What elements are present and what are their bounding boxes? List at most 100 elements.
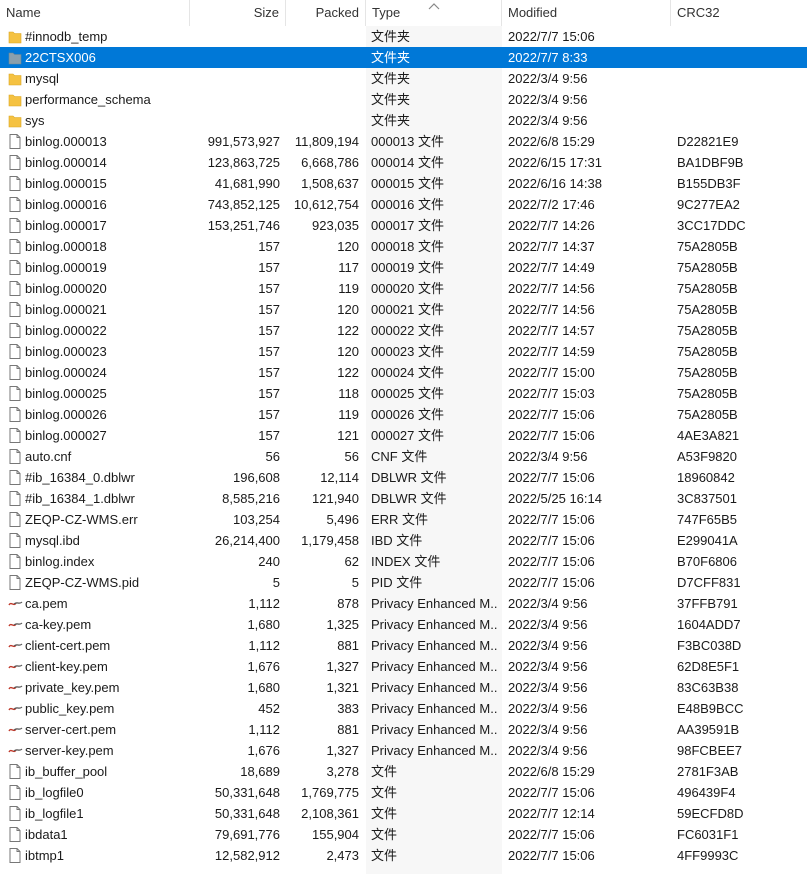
file-row[interactable]: server-cert.pem 1,112 881 Privacy Enhanced … xyxy=(0,719,807,740)
file-row[interactable]: binlog.index 240 62 INDEX 文件 2022/7/7 15:06 B… xyxy=(0,551,807,572)
file-row[interactable]: public_key.pem 452 383 Privacy Enhanced M..… xyxy=(0,698,807,719)
file-name: #ib_16384_1.dblwr xyxy=(25,491,135,506)
file-size: 5 xyxy=(272,575,280,590)
file-row[interactable]: binlog.000015 41,681,990 1,508,637 000015 文… xyxy=(0,173,807,194)
file-packed-size: 2,108,361 xyxy=(301,806,359,821)
file-type: 文件夹 xyxy=(371,92,411,107)
file-row[interactable]: binlog.000014 123,863,725 6,668,786 000014 … xyxy=(0,152,807,173)
file-modified: 2022/7/7 15:06 xyxy=(508,533,595,548)
file-row[interactable]: private_key.pem 1,680 1,321 Privacy Enhance… xyxy=(0,677,807,698)
file-icon xyxy=(8,238,22,255)
file-modified: 2022/3/4 9:56 xyxy=(508,638,588,653)
file-packed-size xyxy=(284,110,359,131)
file-row[interactable]: #ib_16384_1.dblwr 8,585,216 121,940 DBLWR 文… xyxy=(0,488,807,509)
file-size: 1,680 xyxy=(247,680,280,695)
file-crc32: 37FFB791 xyxy=(677,596,738,611)
file-row[interactable]: binlog.000020 157 119 000020 文件 2022/7/7 14:… xyxy=(0,278,807,299)
file-row[interactable]: ib_logfile1 50,331,648 2,108,361 文件 2022/7/7… xyxy=(0,803,807,824)
file-row[interactable]: binlog.000027 157 121 000027 文件 2022/7/7 15:… xyxy=(0,425,807,446)
file-type: ERR 文件 xyxy=(371,512,429,527)
file-size: 157 xyxy=(258,260,280,275)
file-row[interactable]: ib_buffer_pool 18,689 3,278 文件 2022/6/8 15:2… xyxy=(0,761,807,782)
file-crc32: 75A2805B xyxy=(677,344,738,359)
file-modified: 2022/3/4 9:56 xyxy=(508,701,588,716)
file-modified: 2022/7/7 8:33 xyxy=(508,50,588,65)
file-packed-size: 11,809,194 xyxy=(294,134,359,149)
file-row[interactable]: binlog.000022 157 122 000022 文件 2022/7/7 14:… xyxy=(0,320,807,341)
file-icon xyxy=(8,280,22,297)
file-row[interactable]: ibdata1 79,691,776 155,904 文件 2022/7/7 15:06… xyxy=(0,824,807,845)
file-row[interactable]: binlog.000025 157 118 000025 文件 2022/7/7 15:… xyxy=(0,383,807,404)
file-name: binlog.000026 xyxy=(25,407,107,422)
file-size: 157 xyxy=(258,239,280,254)
file-modified: 2022/7/7 15:06 xyxy=(508,428,595,443)
file-row[interactable]: binlog.000013 991,573,927 11,809,194 000013… xyxy=(0,131,807,152)
file-row[interactable]: auto.cnf 56 56 CNF 文件 2022/3/4 9:56 A53F9820 xyxy=(0,446,807,467)
file-row[interactable]: server-key.pem 1,676 1,327 Privacy Enhanced… xyxy=(0,740,807,761)
file-crc32: D7CFF831 xyxy=(677,575,741,590)
column-header-name[interactable]: Name xyxy=(0,0,190,26)
file-row[interactable]: #innodb_temp 文件夹 2022/7/7 15:06 xyxy=(0,26,807,47)
column-header-size[interactable]: Size xyxy=(190,0,286,26)
file-row[interactable]: ibtmp1 12,582,912 2,473 文件 2022/7/7 15:06 4FF… xyxy=(0,845,807,866)
file-row[interactable]: client-key.pem 1,676 1,327 Privacy Enhanced… xyxy=(0,656,807,677)
file-type: INDEX 文件 xyxy=(371,554,441,569)
file-type: 000016 文件 xyxy=(371,197,444,212)
file-icon xyxy=(8,427,22,444)
file-modified: 2022/6/8 15:29 xyxy=(508,134,595,149)
file-type: 文件夹 xyxy=(371,71,411,86)
file-row[interactable]: ZEQP-CZ-WMS.err 103,254 5,496 ERR 文件 2022/7/… xyxy=(0,509,807,530)
file-name: mysql.ibd xyxy=(25,533,80,548)
file-icon xyxy=(8,784,22,801)
file-type: PID 文件 xyxy=(371,575,423,590)
file-row[interactable]: ZEQP-CZ-WMS.pid 5 5 PID 文件 2022/7/7 15:06 D7C… xyxy=(0,572,807,593)
file-row[interactable]: binlog.000016 743,852,125 10,612,754 000016… xyxy=(0,194,807,215)
file-name: ca-key.pem xyxy=(25,617,92,632)
file-crc32: 747F65B5 xyxy=(677,512,737,527)
file-row[interactable]: binlog.000026 157 119 000026 文件 2022/7/7 15:… xyxy=(0,404,807,425)
file-crc32: 83C63B38 xyxy=(677,680,739,695)
file-name: binlog.000021 xyxy=(25,302,107,317)
file-row[interactable]: mysql 文件夹 2022/3/4 9:56 xyxy=(0,68,807,89)
file-icon xyxy=(8,448,22,465)
file-row[interactable]: binlog.000019 157 117 000019 文件 2022/7/7 14:… xyxy=(0,257,807,278)
file-crc32 xyxy=(677,110,797,131)
file-type: 000021 文件 xyxy=(371,302,444,317)
file-packed-size: 118 xyxy=(338,386,359,401)
file-row[interactable]: #ib_16384_0.dblwr 196,608 12,114 DBLWR 文件 20… xyxy=(0,467,807,488)
file-row[interactable]: performance_schema 文件夹 2022/3/4 9:56 xyxy=(0,89,807,110)
file-modified: 2022/7/7 14:57 xyxy=(508,323,595,338)
file-row[interactable]: binlog.000021 157 120 000021 文件 2022/7/7 14:… xyxy=(0,299,807,320)
file-row[interactable]: binlog.000023 157 120 000023 文件 2022/7/7 14:… xyxy=(0,341,807,362)
file-modified: 2022/7/7 15:06 xyxy=(508,554,595,569)
file-row[interactable]: ib_logfile0 50,331,648 1,769,775 文件 2022/7/7… xyxy=(0,782,807,803)
file-row[interactable]: ca-key.pem 1,680 1,325 Privacy Enhanced M..… xyxy=(0,614,807,635)
column-header-modified[interactable]: Modified xyxy=(502,0,671,26)
file-packed-size: 5 xyxy=(351,575,359,590)
file-name: ZEQP-CZ-WMS.err xyxy=(25,512,138,527)
file-list[interactable]: #innodb_temp 文件夹 2022/7/7 15:06 22CTSX006 文件… xyxy=(0,26,807,866)
file-row[interactable]: mysql.ibd 26,214,400 1,179,458 IBD 文件 2022/7… xyxy=(0,530,807,551)
file-modified: 2022/7/7 15:06 xyxy=(508,29,595,44)
column-header-packed[interactable]: Packed xyxy=(286,0,366,26)
file-row[interactable]: client-cert.pem 1,112 881 Privacy Enhanced … xyxy=(0,635,807,656)
file-packed-size: 122 xyxy=(337,365,359,380)
file-row[interactable]: ca.pem 1,112 878 Privacy Enhanced M... 2022/… xyxy=(0,593,807,614)
file-row[interactable]: binlog.000018 157 120 000018 文件 2022/7/7 14:… xyxy=(0,236,807,257)
file-type: 000025 文件 xyxy=(371,386,444,401)
file-name: binlog.index xyxy=(25,554,95,569)
file-row[interactable]: binlog.000024 157 122 000024 文件 2022/7/7 15:… xyxy=(0,362,807,383)
file-packed-size: 1,327 xyxy=(326,743,359,758)
file-type: 000019 文件 xyxy=(371,260,444,275)
file-packed-size: 120 xyxy=(337,302,359,317)
file-row[interactable]: 22CTSX006 文件夹 2022/7/7 8:33 xyxy=(0,47,807,68)
file-size xyxy=(190,26,280,47)
file-row[interactable]: binlog.000017 153,251,746 923,035 000017 文件… xyxy=(0,215,807,236)
column-header-crc32[interactable]: CRC32 xyxy=(671,0,807,26)
file-modified: 2022/6/8 15:29 xyxy=(508,764,595,779)
file-type: CNF 文件 xyxy=(371,449,428,464)
file-type: Privacy Enhanced M... xyxy=(371,701,498,716)
file-row[interactable]: sys 文件夹 2022/3/4 9:56 xyxy=(0,110,807,131)
folder-icon xyxy=(8,91,22,108)
file-size: 157 xyxy=(258,302,280,317)
